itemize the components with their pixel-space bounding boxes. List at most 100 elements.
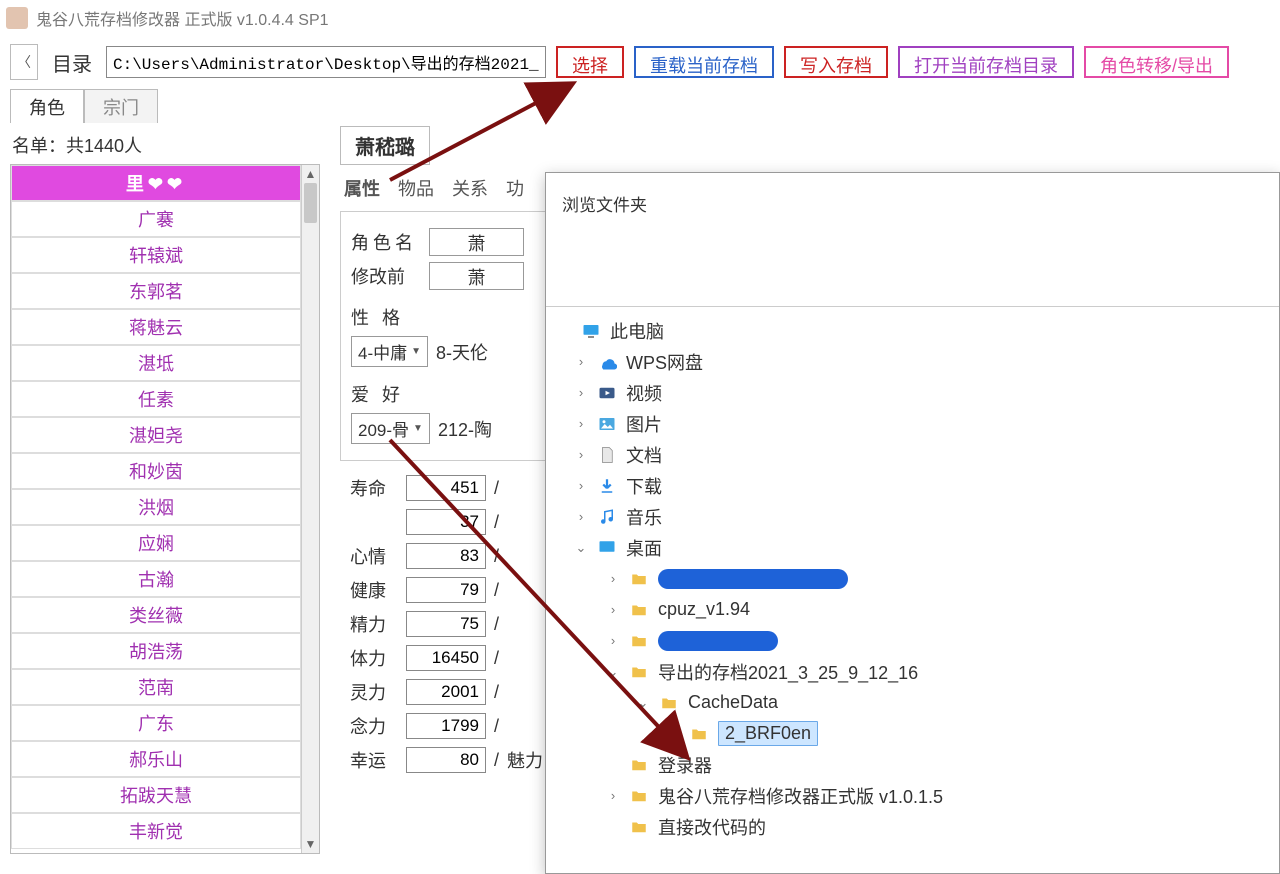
expander-open-icon[interactable]: ⌄ <box>574 540 588 556</box>
sub-tab[interactable]: 属性 <box>344 175 380 201</box>
folder-icon <box>628 600 650 620</box>
name-list-scrollbar[interactable]: ▲ ▼ <box>301 165 319 853</box>
stat-input[interactable] <box>406 645 486 671</box>
tree-documents[interactable]: ›文档 <box>546 439 1279 470</box>
list-item[interactable]: 蒋魅云 <box>11 309 301 345</box>
list-item[interactable]: 里❤❤ <box>11 165 301 201</box>
character-header: 萧嵇璐 <box>340 126 430 165</box>
list-item[interactable]: 郝乐山 <box>11 741 301 777</box>
browse-folder-dialog: 浏览文件夹 此电脑 › WPS网盘 ›视频 ›图片 ›文档 ›下载 ›音乐 ⌄桌… <box>545 172 1280 874</box>
dir-input[interactable] <box>106 46 546 78</box>
folder-icon <box>628 786 650 806</box>
folder-icon <box>628 631 650 651</box>
stat-input[interactable] <box>406 509 486 535</box>
computer-icon <box>580 321 602 341</box>
tree-hidden2[interactable]: › <box>546 625 1279 656</box>
tree-selected-inner[interactable]: ›2_BRF0en <box>546 718 1279 749</box>
chevron-down-icon: ▼ <box>413 423 423 434</box>
reload-button[interactable]: 重载当前存档 <box>634 46 774 78</box>
folder-icon <box>688 724 710 744</box>
tree-pictures[interactable]: ›图片 <box>546 408 1279 439</box>
stat-input[interactable] <box>406 747 486 773</box>
pictures-icon <box>596 414 618 434</box>
temper-label: 性 格 <box>351 304 421 330</box>
tree-direct[interactable]: 直接改代码的 <box>546 811 1279 842</box>
export-button[interactable]: 角色转移/导出 <box>1084 46 1229 78</box>
list-item[interactable]: 拓跋天慧 <box>11 777 301 813</box>
list-item[interactable]: 任素 <box>11 381 301 417</box>
list-item[interactable]: 广东 <box>11 705 301 741</box>
hobby2-value: 212-陶 <box>438 416 492 442</box>
stat-label: 健康 <box>350 577 400 603</box>
stat-input[interactable] <box>406 577 486 603</box>
name-label: 角色名 <box>351 229 421 255</box>
hobby1-select[interactable]: 209-骨▼ <box>351 413 430 444</box>
sub-tab[interactable]: 物品 <box>398 175 434 201</box>
stat-input[interactable] <box>406 475 486 501</box>
list-item[interactable]: 轩辕斌 <box>11 237 301 273</box>
list-item[interactable]: 湛妲尧 <box>11 417 301 453</box>
open-dir-button[interactable]: 打开当前存档目录 <box>898 46 1074 78</box>
top-toolbar: 〈 目录 选择 重载当前存档 写入存档 打开当前存档目录 角色转移/导出 <box>0 36 1280 88</box>
download-icon <box>596 476 618 496</box>
scroll-down-icon[interactable]: ▼ <box>302 835 319 853</box>
list-item[interactable]: 胡浩荡 <box>11 633 301 669</box>
list-item[interactable]: 和妙茵 <box>11 453 301 489</box>
temper1-select[interactable]: 4-中庸▼ <box>351 336 428 367</box>
tree-export-folder[interactable]: ⌄导出的存档2021_3_25_9_12_16 <box>546 656 1279 687</box>
music-icon <box>596 507 618 527</box>
tree-downloads[interactable]: ›下载 <box>546 470 1279 501</box>
stat-label: 体力 <box>350 645 400 671</box>
list-item[interactable]: 应娴 <box>11 525 301 561</box>
name-list: 里❤❤广褰轩辕斌东郭茗蒋魅云湛坻任素湛妲尧和妙茵洪烟应娴古瀚类丝薇胡浩荡范南广东… <box>10 164 320 854</box>
redacted-item <box>658 631 778 651</box>
tree-cpuz[interactable]: ›cpuz_v1.94 <box>546 594 1279 625</box>
tree-login[interactable]: 登录器 <box>546 749 1279 780</box>
list-item[interactable]: 类丝薇 <box>11 597 301 633</box>
stat-input[interactable] <box>406 679 486 705</box>
tree-wps[interactable]: › WPS网盘 <box>546 346 1279 377</box>
scroll-thumb[interactable] <box>304 183 317 223</box>
dialog-title: 浏览文件夹 <box>546 173 1279 306</box>
select-button[interactable]: 选择 <box>556 46 624 78</box>
list-item[interactable]: 丰新觉 <box>11 813 301 849</box>
scroll-up-icon[interactable]: ▲ <box>302 165 319 183</box>
list-item[interactable]: 东郭茗 <box>11 273 301 309</box>
stat-input[interactable] <box>406 713 486 739</box>
expander-open-icon[interactable]: ⌄ <box>606 664 620 680</box>
expander-open-icon[interactable]: ⌄ <box>636 695 650 711</box>
list-item[interactable]: 范南 <box>11 669 301 705</box>
stat-tail: 魅力 <box>507 747 543 773</box>
save-button[interactable]: 写入存档 <box>784 46 888 78</box>
sub-tab[interactable]: 功 <box>506 175 524 201</box>
list-item[interactable]: 广褰 <box>11 201 301 237</box>
video-icon <box>596 383 618 403</box>
chevron-down-icon: ▼ <box>411 346 421 357</box>
back-button[interactable]: 〈 <box>10 44 38 80</box>
tree-video[interactable]: ›视频 <box>546 377 1279 408</box>
tree-this-pc[interactable]: 此电脑 <box>546 315 1279 346</box>
desktop-icon <box>596 538 618 558</box>
document-icon <box>596 445 618 465</box>
sub-tab[interactable]: 关系 <box>452 175 488 201</box>
name-field[interactable]: 萧 <box>429 228 524 256</box>
stat-label: 寿命 <box>350 475 400 501</box>
list-item[interactable]: 古瀚 <box>11 561 301 597</box>
cloud-icon <box>596 352 618 372</box>
list-item[interactable]: 湛坻 <box>11 345 301 381</box>
stat-input[interactable] <box>406 543 486 569</box>
tab-role[interactable]: 角色 <box>10 89 84 123</box>
before-field: 萧 <box>429 262 524 290</box>
expander-icon[interactable]: › <box>574 354 588 369</box>
tree-desktop[interactable]: ⌄桌面 <box>546 532 1279 563</box>
temper2-value: 8-天伦 <box>436 339 488 365</box>
folder-icon <box>628 755 650 775</box>
stat-input[interactable] <box>406 611 486 637</box>
list-item[interactable]: 洪烟 <box>11 489 301 525</box>
tree-music[interactable]: ›音乐 <box>546 501 1279 532</box>
tree-cachedata[interactable]: ⌄CacheData <box>546 687 1279 718</box>
tree-hidden1[interactable]: › <box>546 563 1279 594</box>
dir-label: 目录 <box>48 48 96 77</box>
tree-editor[interactable]: ›鬼谷八荒存档修改器正式版 v1.0.1.5 <box>546 780 1279 811</box>
tab-sect[interactable]: 宗门 <box>84 89 158 123</box>
